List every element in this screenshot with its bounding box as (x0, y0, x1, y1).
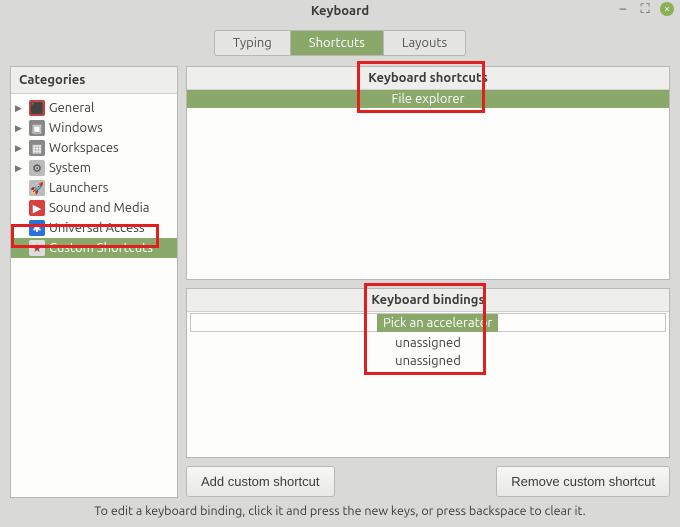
category-label: Sound and Media (49, 201, 149, 215)
accessibility-icon: ✱ (29, 220, 45, 236)
chevron-right-icon: ▶ (15, 163, 25, 174)
workspaces-icon: ▦ (29, 140, 45, 156)
category-system[interactable]: ▶ ⚙ System (11, 158, 177, 178)
chevron-right-icon: ▶ (15, 123, 25, 134)
category-sound[interactable]: ▶ ▶ Sound and Media (11, 198, 177, 218)
bindings-panel: Keyboard bindings Pick an accelerator un… (186, 288, 670, 458)
titlebar: Keyboard – ⛶ × (0, 0, 680, 22)
category-label: General (49, 101, 94, 115)
tab-layouts[interactable]: Layouts (384, 31, 465, 55)
window-title: Keyboard (311, 4, 369, 18)
binding-row[interactable]: Pick an accelerator (187, 312, 669, 334)
category-label: Launchers (49, 181, 108, 195)
tab-typing[interactable]: Typing (215, 31, 291, 55)
launchers-icon: 🚀 (29, 180, 45, 196)
category-universal[interactable]: ▶ ✱ Universal Access (11, 218, 177, 238)
category-label: Universal Access (49, 221, 144, 235)
remove-shortcut-button[interactable]: Remove custom shortcut (496, 466, 670, 497)
category-custom[interactable]: ▶ ★ Custom Shortcuts (11, 238, 177, 258)
button-row: Add custom shortcut Remove custom shortc… (186, 466, 670, 497)
binding-value: unassigned (395, 354, 461, 368)
add-shortcut-button[interactable]: Add custom shortcut (186, 466, 335, 497)
shortcut-row-selected[interactable]: File explorer (187, 90, 669, 108)
binding-value: unassigned (395, 336, 461, 350)
custom-icon: ★ (29, 240, 45, 256)
categories-panel: Categories ▶ ⬛ General ▶ ▣ Windows ▶ ▦ W… (10, 66, 178, 498)
binding-pick-accelerator[interactable]: Pick an accelerator (377, 314, 498, 332)
tab-shortcuts[interactable]: Shortcuts (291, 31, 384, 55)
category-label: Custom Shortcuts (49, 241, 153, 255)
shortcuts-header: Keyboard shortcuts (187, 67, 669, 90)
shortcuts-panel: Keyboard shortcuts File explorer (186, 66, 670, 280)
main-area: Categories ▶ ⬛ General ▶ ▣ Windows ▶ ▦ W… (0, 66, 680, 498)
binding-row[interactable]: unassigned (187, 334, 669, 352)
system-icon: ⚙ (29, 160, 45, 176)
chevron-right-icon: ▶ (15, 143, 25, 154)
binding-row[interactable]: unassigned (187, 352, 669, 370)
minimize-button[interactable]: – (616, 2, 630, 16)
category-launchers[interactable]: ▶ 🚀 Launchers (11, 178, 177, 198)
sound-icon: ▶ (29, 200, 45, 216)
category-label: Workspaces (49, 141, 119, 155)
categories-list: ▶ ⬛ General ▶ ▣ Windows ▶ ▦ Workspaces ▶… (11, 94, 177, 262)
windows-icon: ▣ (29, 120, 45, 136)
general-icon: ⬛ (29, 100, 45, 116)
window-controls: – ⛶ × (616, 2, 674, 16)
footer-hint: To edit a keyboard binding, click it and… (0, 498, 680, 524)
category-label: System (49, 161, 91, 175)
bindings-header: Keyboard bindings (187, 289, 669, 312)
category-windows[interactable]: ▶ ▣ Windows (11, 118, 177, 138)
maximize-button[interactable]: ⛶ (638, 2, 652, 16)
bindings-body: Pick an accelerator unassigned unassigne… (187, 312, 669, 370)
right-column: Keyboard shortcuts File explorer Keyboar… (186, 66, 670, 498)
close-button[interactable]: × (660, 2, 674, 16)
category-general[interactable]: ▶ ⬛ General (11, 98, 177, 118)
category-workspaces[interactable]: ▶ ▦ Workspaces (11, 138, 177, 158)
chevron-right-icon: ▶ (15, 103, 25, 114)
tab-group: Typing Shortcuts Layouts (214, 30, 466, 56)
categories-header: Categories (11, 67, 177, 94)
spacer (343, 466, 489, 497)
tab-row: Typing Shortcuts Layouts (0, 22, 680, 66)
category-label: Windows (49, 121, 103, 135)
